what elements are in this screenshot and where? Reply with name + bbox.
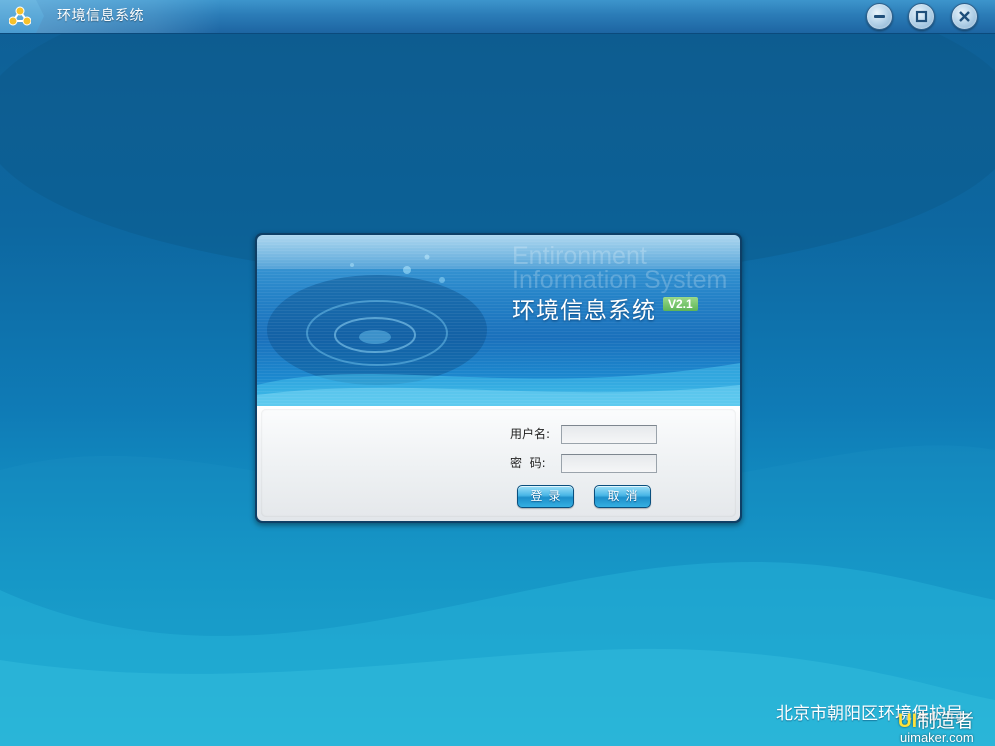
maximize-button[interactable] (908, 3, 935, 30)
login-button[interactable]: 登录 (517, 485, 574, 508)
login-banner: Entironment Information System 环境信息系统 V2… (257, 235, 740, 406)
close-button[interactable] (951, 3, 978, 30)
close-icon (959, 11, 970, 22)
banner-gloss (257, 235, 740, 269)
minimize-icon (874, 15, 885, 18)
desktop-background: 环境信息系统 Entironment Information System 环境… (0, 0, 995, 746)
cancel-button[interactable]: 取消 (594, 485, 651, 508)
app-logo (0, 0, 44, 33)
login-form: 用户名: 密 码: 登录 取消 (261, 409, 736, 517)
banner-english-line-2: Information System (512, 266, 728, 294)
version-badge: V2.1 (663, 297, 698, 311)
watermark-prefix: UI (898, 711, 917, 732)
login-form-area: 用户名: 密 码: 登录 取消 (257, 406, 740, 521)
app-title: 环境信息系统 (57, 8, 144, 24)
three-dots-logo-icon (9, 6, 31, 26)
password-input[interactable] (561, 454, 657, 473)
title-bar: 环境信息系统 (0, 0, 995, 34)
username-label: 用户名: (510, 427, 551, 441)
watermark-suffix: 制造者 (917, 710, 975, 732)
minimize-button[interactable] (866, 3, 893, 30)
banner-chinese-title: 环境信息系统 (512, 298, 656, 324)
login-dialog: Entironment Information System 环境信息系统 V2… (255, 233, 742, 523)
watermark-url: uimaker.com (900, 730, 974, 745)
password-label: 密 码: (510, 456, 546, 470)
maximize-icon (915, 10, 928, 23)
username-input[interactable] (561, 425, 657, 444)
